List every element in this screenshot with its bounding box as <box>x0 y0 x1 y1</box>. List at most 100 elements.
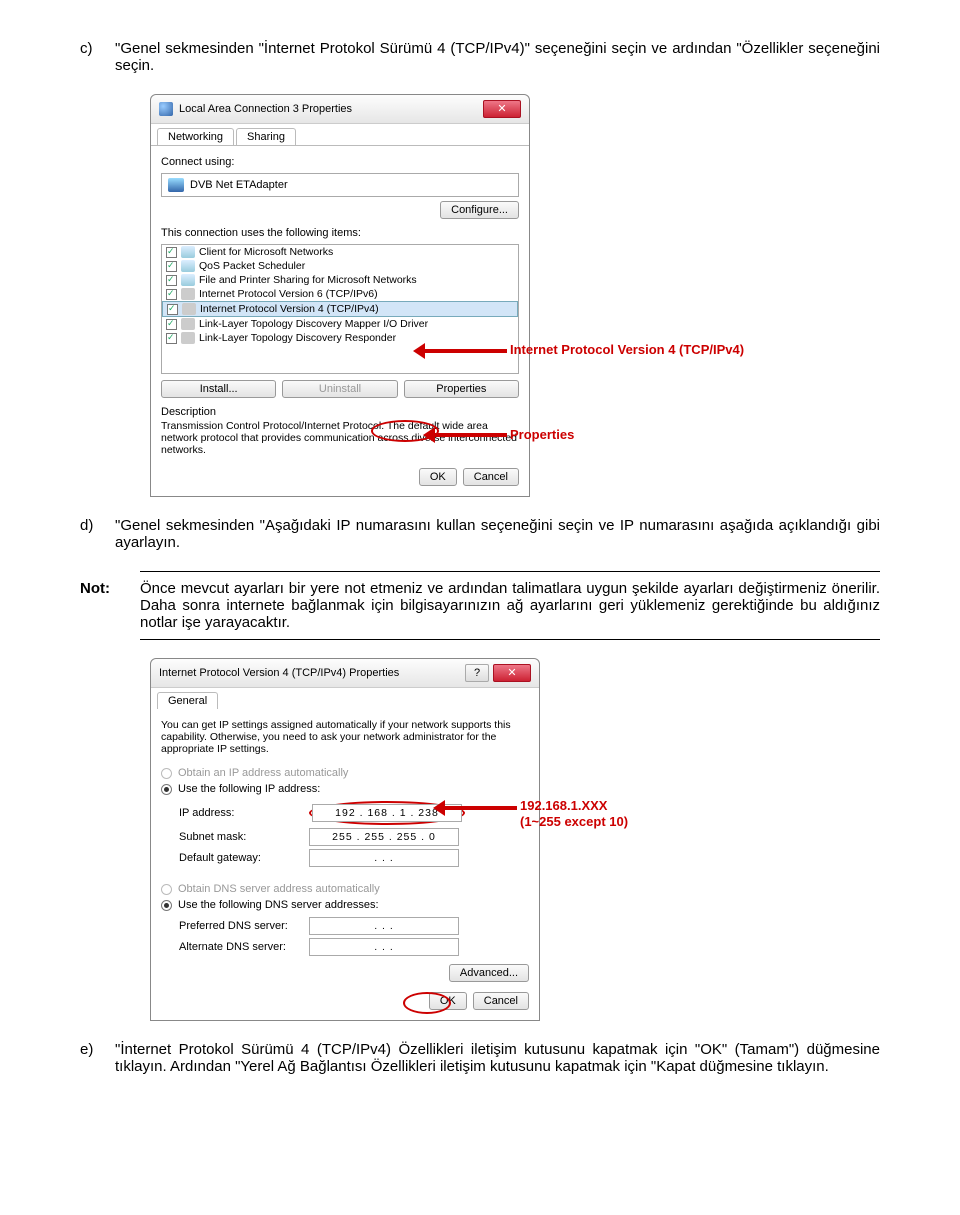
step-e: e) "İnternet Protokol Sürümü 4 (TCP/IPv4… <box>80 1041 880 1075</box>
dialog2-tabs: General <box>151 688 539 709</box>
network-icon <box>159 102 173 116</box>
radio-use-dns[interactable]: Use the following DNS server addresses: <box>161 897 529 913</box>
uses-items-label: This connection uses the following items… <box>161 227 519 239</box>
list-item-label: QoS Packet Scheduler <box>199 260 305 272</box>
radio-icon[interactable] <box>161 784 172 795</box>
list-item-label: Client for Microsoft Networks <box>199 246 333 258</box>
advanced-button[interactable]: Advanced... <box>449 964 529 982</box>
radio-icon[interactable] <box>161 900 172 911</box>
component-icon <box>181 288 195 300</box>
adapter-name: DVB Net ETAdapter <box>190 179 288 191</box>
figure-1-wrap: Local Area Connection 3 Properties ✕ Net… <box>115 94 880 497</box>
tab-general[interactable]: General <box>157 692 218 709</box>
step-c-label: c) <box>80 40 115 74</box>
tab-sharing[interactable]: Sharing <box>236 128 296 145</box>
checkbox-icon[interactable] <box>166 261 177 272</box>
annotation-ip-hint: 192.168.1.XXX (1~255 except 10) <box>520 798 628 830</box>
step-d-text: "Genel sekmesinden "Aşağıdaki IP numaras… <box>115 517 880 551</box>
dialog1-tabs: Networking Sharing <box>151 124 529 145</box>
step-d-label: d) <box>80 517 115 551</box>
nic-icon <box>168 178 184 192</box>
list-item[interactable]: QoS Packet Scheduler <box>162 259 518 273</box>
checkbox-icon[interactable] <box>166 289 177 300</box>
description-label: Description <box>161 406 519 418</box>
description-text: Transmission Control Protocol/Internet P… <box>161 418 519 458</box>
checkbox-icon[interactable] <box>166 333 177 344</box>
note-wrapper: Not: Önce mevcut ayarları bir yere not e… <box>140 571 880 640</box>
ip-address-label: IP address: <box>179 807 309 819</box>
list-item-label: Link-Layer Topology Discovery Responder <box>199 332 396 344</box>
ok-button[interactable]: OK <box>419 468 457 486</box>
close-button[interactable]: ✕ <box>483 100 521 118</box>
adapter-field: DVB Net ETAdapter <box>161 173 519 197</box>
gateway-input[interactable]: . . . <box>309 849 459 867</box>
list-item[interactable]: File and Printer Sharing for Microsoft N… <box>162 273 518 287</box>
annotation-properties: Properties <box>510 427 574 442</box>
radio-icon <box>161 884 172 895</box>
install-button[interactable]: Install... <box>161 380 276 398</box>
gateway-label: Default gateway: <box>179 852 309 864</box>
subnet-input[interactable]: 255 . 255 . 255 . 0 <box>309 828 459 846</box>
list-item[interactable]: Link-Layer Topology Discovery Mapper I/O… <box>162 317 518 331</box>
components-list[interactable]: Client for Microsoft Networks QoS Packet… <box>161 244 519 374</box>
radio-label: Obtain an IP address automatically <box>178 767 348 779</box>
properties-button[interactable]: Properties <box>404 380 519 398</box>
component-icon <box>181 318 195 330</box>
radio-label: Use the following IP address: <box>178 783 320 795</box>
list-item-selected[interactable]: Internet Protocol Version 4 (TCP/IPv4) <box>162 301 518 317</box>
component-icon <box>181 260 195 272</box>
list-item[interactable]: Link-Layer Topology Discovery Responder <box>162 331 518 345</box>
figure-2-wrap: Internet Protocol Version 4 (TCP/IPv4) P… <box>115 658 880 1021</box>
connect-using-label: Connect using: <box>161 156 519 168</box>
annotation-arrow-icon <box>425 349 507 353</box>
list-item-label: Link-Layer Topology Discovery Mapper I/O… <box>199 318 428 330</box>
component-icon <box>181 332 195 344</box>
component-icon <box>182 303 196 315</box>
cancel-button[interactable]: Cancel <box>463 468 519 486</box>
help-button[interactable]: ? <box>465 664 489 682</box>
annotation-ipv4: Internet Protocol Version 4 (TCP/IPv4) <box>510 342 744 357</box>
component-icon <box>181 246 195 258</box>
tab-networking[interactable]: Networking <box>157 128 234 145</box>
annotation-oval-icon <box>403 992 451 1014</box>
uninstall-button: Uninstall <box>282 380 397 398</box>
annotation-arrow-icon <box>435 433 507 437</box>
component-icon <box>181 274 195 286</box>
radio-auto-dns: Obtain DNS server address automatically <box>161 881 529 897</box>
radio-use-ip[interactable]: Use the following IP address: <box>161 781 529 797</box>
alt-dns-label: Alternate DNS server: <box>179 941 309 953</box>
note-block: Not: Önce mevcut ayarları bir yere not e… <box>140 571 880 640</box>
dialog2-pane: You can get IP settings assigned automat… <box>151 709 539 1020</box>
list-item-label: File and Printer Sharing for Microsoft N… <box>199 274 417 286</box>
annotation-ip-line2: (1~255 except 10) <box>520 814 628 830</box>
checkbox-icon[interactable] <box>166 275 177 286</box>
step-c: c) "Genel sekmesinden "İnternet Protokol… <box>80 40 880 74</box>
checkbox-icon[interactable] <box>166 319 177 330</box>
list-item[interactable]: Internet Protocol Version 6 (TCP/IPv6) <box>162 287 518 301</box>
dialog2-title: Internet Protocol Version 4 (TCP/IPv4) P… <box>159 667 399 679</box>
radio-label: Obtain DNS server address automatically <box>178 883 380 895</box>
radio-label: Use the following DNS server addresses: <box>178 899 379 911</box>
step-c-text: "Genel sekmesinden "İnternet Protokol Sü… <box>115 40 880 74</box>
list-item[interactable]: Client for Microsoft Networks <box>162 245 518 259</box>
radio-icon[interactable] <box>161 768 172 779</box>
close-button[interactable]: ✕ <box>493 664 531 682</box>
pref-dns-input[interactable]: . . . <box>309 917 459 935</box>
configure-button[interactable]: Configure... <box>440 201 519 219</box>
cancel-button[interactable]: Cancel <box>473 992 529 1010</box>
alt-dns-input[interactable]: . . . <box>309 938 459 956</box>
annotation-ip-line1: 192.168.1.XXX <box>520 798 628 814</box>
dialog1-titlebar: Local Area Connection 3 Properties ✕ <box>151 95 529 124</box>
dialog2-titlebar: Internet Protocol Version 4 (TCP/IPv4) P… <box>151 659 539 688</box>
ipv4-properties-dialog: Internet Protocol Version 4 (TCP/IPv4) P… <box>150 658 540 1021</box>
pref-dns-label: Preferred DNS server: <box>179 920 309 932</box>
radio-auto-ip[interactable]: Obtain an IP address automatically <box>161 765 529 781</box>
checkbox-icon[interactable] <box>166 247 177 258</box>
step-d: d) "Genel sekmesinden "Aşağıdaki IP numa… <box>80 517 880 551</box>
dialog1-title: Local Area Connection 3 Properties <box>179 103 352 115</box>
step-e-label: e) <box>80 1041 115 1075</box>
dialog1-pane: Connect using: DVB Net ETAdapter Configu… <box>151 145 529 496</box>
list-item-label: Internet Protocol Version 6 (TCP/IPv6) <box>199 288 378 300</box>
subnet-label: Subnet mask: <box>179 831 309 843</box>
checkbox-icon[interactable] <box>167 304 178 315</box>
